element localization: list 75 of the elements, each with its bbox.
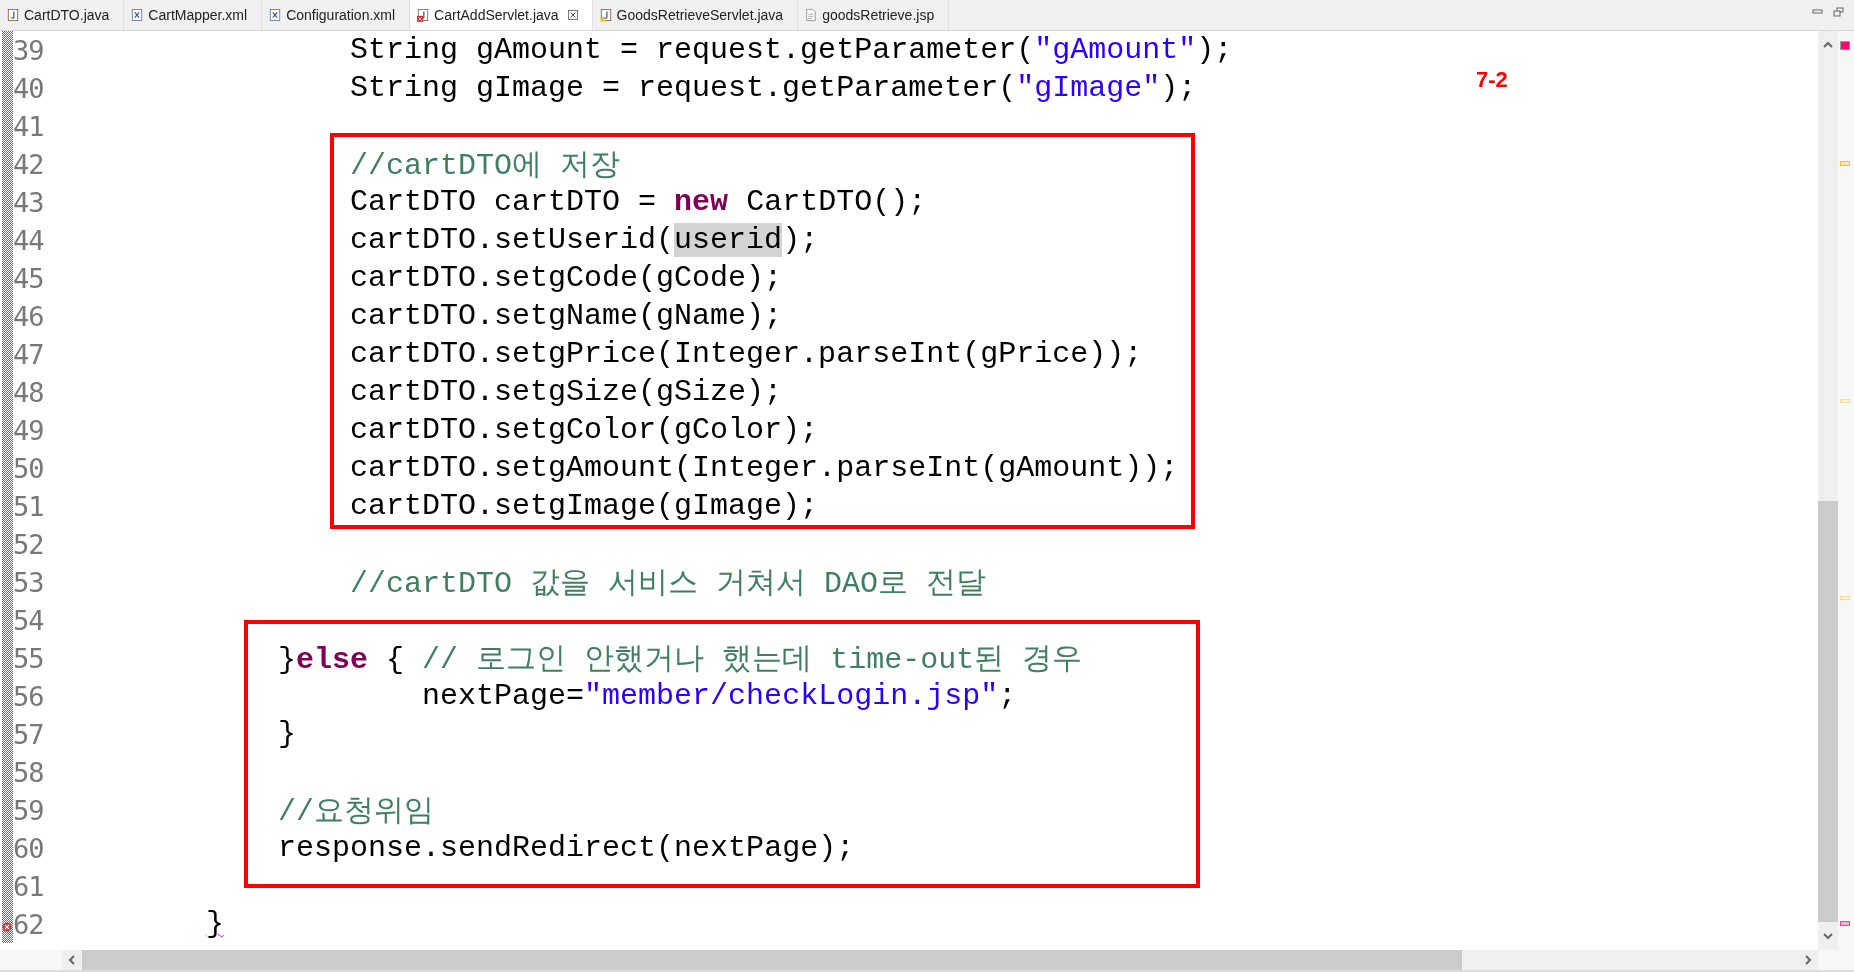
line-number: 40 xyxy=(13,72,45,104)
line-number: 39 xyxy=(13,34,45,66)
line-number: 58 xyxy=(13,756,45,788)
minimize-icon[interactable] xyxy=(1812,7,1824,17)
line-number: 53 xyxy=(13,566,45,598)
code-line: String gAmount = request.getParameter("gAmount"); xyxy=(349,33,1233,67)
code-line: } xyxy=(205,907,225,941)
line-number: 57 xyxy=(13,718,45,750)
line-number: 51 xyxy=(13,490,45,522)
line-number: 42 xyxy=(13,148,45,180)
code-line: cartDTO.setgImage(gImage); xyxy=(349,489,819,523)
line-number: 61 xyxy=(13,870,45,902)
line-number: 46 xyxy=(13,300,45,332)
editor-tab[interactable]: CartAddServlet.java xyxy=(410,0,593,30)
code-line: CartDTO cartDTO = new CartDTO(); xyxy=(349,185,927,219)
code-line: //cartDTO 값을 서비스 거쳐서 DAO로 전달 xyxy=(349,565,987,603)
overview-mark xyxy=(1840,921,1850,926)
line-number: 55 xyxy=(13,642,45,674)
code-line: cartDTO.setgCode(gCode); xyxy=(349,261,783,295)
code-line: nextPage="member/checkLogin.jsp"; xyxy=(421,679,1017,713)
code-line: cartDTO.setgAmount(Integer.parseInt(gAmount)); xyxy=(349,451,1179,485)
overview-mark xyxy=(1840,399,1850,403)
code-line: cartDTO.setgColor(gColor); xyxy=(349,413,819,447)
java-file-error-icon xyxy=(417,8,430,22)
java-file-warning-icon xyxy=(599,8,612,22)
code-line: //요청위임 xyxy=(277,793,435,831)
editor-tab[interactable]: CartDTO.java xyxy=(0,0,125,30)
line-number: 50 xyxy=(13,452,45,484)
line-number: 47 xyxy=(13,338,45,370)
line-number: 59 xyxy=(13,794,45,826)
line-number: 56 xyxy=(13,680,45,712)
line-number: 54 xyxy=(13,604,45,636)
code-line: cartDTO.setgSize(gSize); xyxy=(349,375,783,409)
line-number: 60 xyxy=(13,832,45,864)
tab-label: goodsRetrieve.jsp xyxy=(822,7,935,23)
line-number: 48 xyxy=(13,376,45,408)
tab-label: GoodsRetrieveServlet.java xyxy=(616,7,784,23)
overview-mark xyxy=(1840,161,1850,166)
code-line: } xyxy=(277,717,297,751)
code-line: cartDTO.setgPrice(Integer.parseInt(gPrice)); xyxy=(349,337,1143,371)
java-file-icon xyxy=(7,8,19,22)
xml-file-icon xyxy=(269,8,282,22)
line-number: 62 xyxy=(13,908,45,940)
close-icon[interactable] xyxy=(567,10,578,20)
tab-label: Configuration.xml xyxy=(286,7,396,23)
line-number: 43 xyxy=(13,186,45,218)
annotation-label: 7-2 xyxy=(1476,67,1508,93)
scroll-right-icon[interactable] xyxy=(1802,954,1814,966)
code-line: }else { // 로그인 안했거나 했는데 time-out된 경우 xyxy=(277,641,1083,679)
line-number: 52 xyxy=(13,528,45,560)
line-number: 49 xyxy=(13,414,45,446)
line-number: 44 xyxy=(13,224,45,256)
line-number: 45 xyxy=(13,262,45,294)
scrollbar-thumb[interactable] xyxy=(82,950,1462,970)
editor-tab[interactable]: goodsRetrieve.jsp xyxy=(798,0,950,30)
scroll-down-icon[interactable] xyxy=(1822,930,1834,942)
restore-icon[interactable] xyxy=(1833,7,1845,17)
tab-label: CartMapper.xml xyxy=(148,7,248,23)
change-bar xyxy=(2,31,13,69)
tab-label: CartDTO.java xyxy=(24,7,110,23)
line-number: 41 xyxy=(13,110,45,142)
xml-file-icon xyxy=(131,8,144,22)
code-line: //cartDTO에 저장 xyxy=(349,147,621,185)
code-line: cartDTO.setUserid(userid); xyxy=(349,223,819,257)
tab-label: CartAddServlet.java xyxy=(434,7,559,23)
editor-tab[interactable]: CartMapper.xml xyxy=(124,0,263,30)
scrollbar-thumb[interactable] xyxy=(1818,501,1838,922)
jsp-file-icon xyxy=(805,8,818,22)
code-line: response.sendRedirect(nextPage); xyxy=(277,831,855,865)
scroll-left-icon[interactable] xyxy=(66,954,78,966)
code-line: String gImage = request.getParameter("gImage"); xyxy=(349,71,1197,105)
editor-tab[interactable]: GoodsRetrieveServlet.java xyxy=(592,0,799,30)
overview-mark xyxy=(1840,41,1850,50)
code-line: cartDTO.setgName(gName); xyxy=(349,299,783,333)
overview-mark xyxy=(1840,596,1850,600)
